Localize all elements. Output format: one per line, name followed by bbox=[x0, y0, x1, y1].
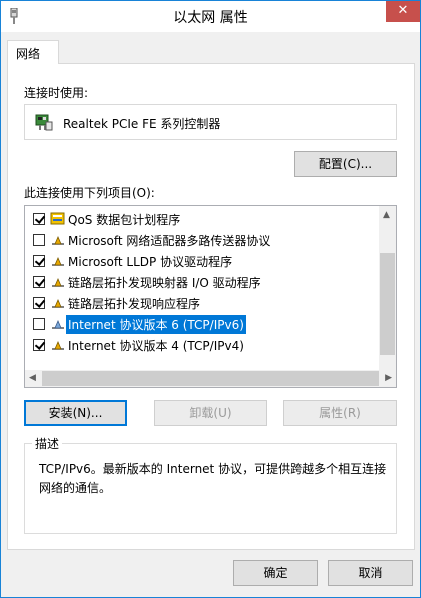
item-label: Microsoft LLDP 协议驱动程序 bbox=[68, 255, 233, 269]
item-label: 链路层拓扑发现响应程序 bbox=[68, 297, 201, 311]
close-icon: ✕ bbox=[397, 3, 409, 18]
item-label-selected: Internet 协议版本 6 (TCP/IPv6) bbox=[66, 315, 246, 334]
title-bar[interactable]: 以太网 属性 ✕ bbox=[1, 1, 420, 32]
protocol-icon bbox=[52, 340, 64, 350]
cancel-button[interactable]: 取消 bbox=[328, 560, 413, 586]
protocol-icon bbox=[52, 256, 64, 266]
list-item[interactable]: Microsoft LLDP 协议驱动程序 bbox=[25, 251, 380, 272]
vertical-scrollbar[interactable]: ▲ bbox=[379, 206, 396, 370]
checkbox[interactable] bbox=[33, 213, 45, 225]
protocol-icon bbox=[52, 298, 64, 308]
item-label: Microsoft 网络适配器多路传送器协议 bbox=[68, 234, 271, 248]
horizontal-scrollbar[interactable]: ◀ ▶ bbox=[25, 370, 396, 387]
list-item[interactable]: Internet 协议版本 6 (TCP/IPv6) bbox=[25, 314, 380, 335]
description-title: 描述 bbox=[32, 435, 63, 452]
scroll-thumb[interactable] bbox=[42, 371, 379, 386]
list-item[interactable]: Internet 协议版本 4 (TCP/IPv4) bbox=[25, 335, 380, 356]
network-card-icon bbox=[35, 114, 53, 131]
checkbox[interactable] bbox=[33, 234, 45, 246]
items-label: 此连接使用下列项目(O): bbox=[24, 186, 155, 200]
list-item[interactable]: 链路层拓扑发现响应程序 bbox=[25, 293, 380, 314]
install-button[interactable]: 安装(N)... bbox=[24, 400, 127, 426]
uninstall-button[interactable]: 卸载(U) bbox=[154, 400, 267, 426]
adapter-name: Realtek PCIe FE 系列控制器 bbox=[63, 117, 221, 131]
protocol-icon bbox=[52, 235, 64, 245]
qos-icon bbox=[50, 212, 65, 225]
item-label: 链路层拓扑发现映射器 I/O 驱动程序 bbox=[68, 276, 261, 290]
configure-button[interactable]: 配置(C)... bbox=[294, 151, 397, 177]
adapter-field: Realtek PCIe FE 系列控制器 bbox=[24, 104, 397, 140]
checkbox[interactable] bbox=[33, 255, 45, 267]
scroll-thumb[interactable] bbox=[380, 253, 395, 355]
item-label: Internet 协议版本 4 (TCP/IPv4) bbox=[68, 339, 244, 353]
protocol-icon bbox=[52, 319, 64, 329]
ok-button[interactable]: 确定 bbox=[233, 560, 318, 586]
list-item[interactable]: QoS 数据包计划程序 bbox=[25, 209, 380, 230]
window-title: 以太网 属性 bbox=[173, 10, 248, 26]
checkbox[interactable] bbox=[33, 297, 45, 309]
tab-label: 网络 bbox=[16, 47, 41, 61]
scroll-right-icon[interactable]: ▶ bbox=[385, 372, 392, 384]
scroll-left-icon[interactable]: ◀ bbox=[29, 372, 36, 384]
description-text: TCP/IPv6。最新版本的 Internet 协议，可提供跨越多个相互连接网络… bbox=[39, 462, 387, 495]
connect-using-label: 连接时使用: bbox=[24, 86, 89, 100]
list-item[interactable]: Microsoft 网络适配器多路传送器协议 bbox=[25, 230, 380, 251]
checkbox[interactable] bbox=[33, 318, 45, 330]
item-label: QoS 数据包计划程序 bbox=[68, 213, 181, 227]
properties-button[interactable]: 属性(R) bbox=[283, 400, 397, 426]
properties-window: 以太网 属性 ✕ 网络 连接时使用: Realtek PCIe FE 系列控制器… bbox=[0, 0, 421, 598]
list-item[interactable]: 链路层拓扑发现映射器 I/O 驱动程序 bbox=[25, 272, 380, 293]
protocol-icon bbox=[52, 277, 64, 287]
checkbox[interactable] bbox=[33, 276, 45, 288]
tab-network[interactable]: 网络 bbox=[7, 40, 59, 64]
checkbox[interactable] bbox=[33, 339, 45, 351]
scroll-up-icon[interactable]: ▲ bbox=[383, 209, 390, 221]
components-list[interactable]: QoS 数据包计划程序 Microsoft 网络适配器多路传送器协议 Micro… bbox=[24, 205, 397, 388]
close-button[interactable]: ✕ bbox=[386, 1, 420, 22]
